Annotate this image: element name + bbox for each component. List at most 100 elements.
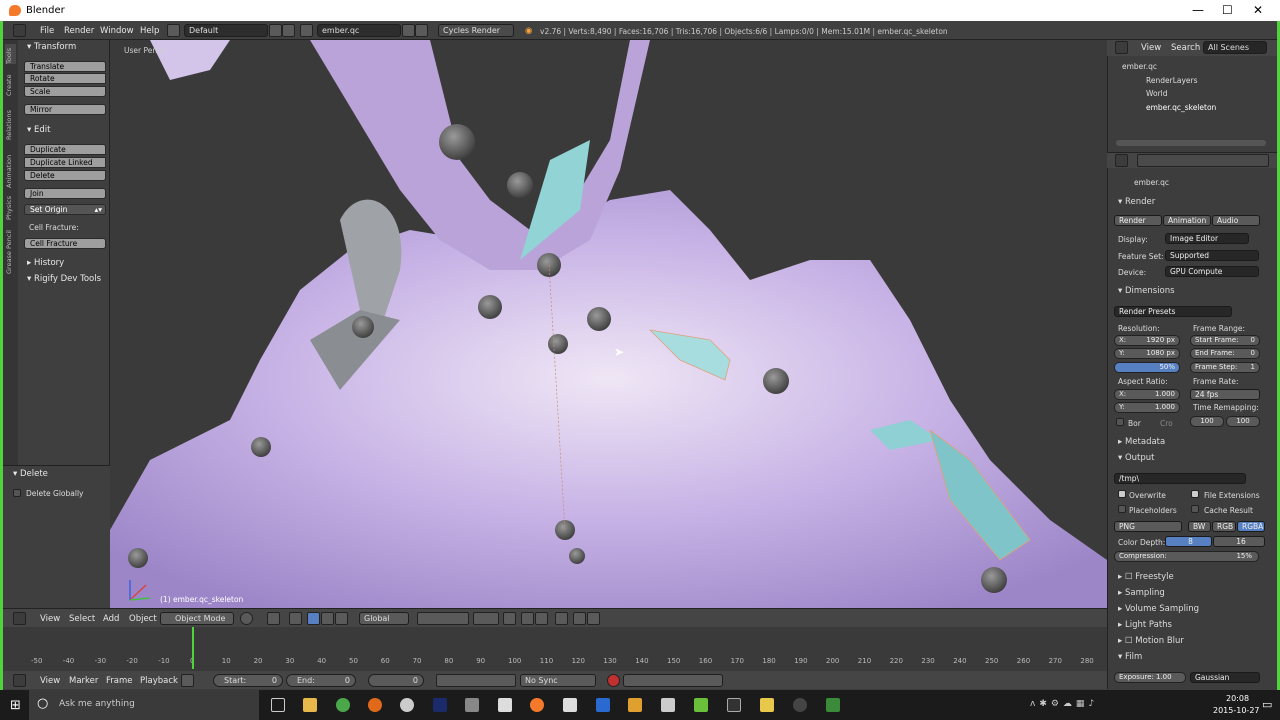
menu-select[interactable]: Select	[69, 614, 95, 624]
exposure-field[interactable]: Exposure: 1.00	[1114, 672, 1186, 683]
render-icon[interactable]	[555, 612, 568, 625]
app-icon[interactable]	[661, 698, 675, 712]
menu-file[interactable]: File	[40, 26, 54, 36]
app-icon[interactable]	[793, 698, 807, 712]
render-panel-header[interactable]: ▾ Render	[1118, 197, 1155, 207]
depth-16-button[interactable]: 16	[1213, 536, 1265, 547]
resolution-y-field[interactable]: Y: 1080 px	[1114, 348, 1180, 359]
joint-sphere[interactable]	[587, 307, 611, 331]
motion-blur-panel-header[interactable]: ▸ ☐ Motion Blur	[1118, 636, 1184, 646]
windows-start-icon[interactable]: ⊞	[10, 698, 21, 713]
set-origin-dropdown[interactable]: Set Origin ▴▾	[24, 204, 106, 215]
editor-type-icon[interactable]	[13, 24, 26, 37]
display-mode-select[interactable]: All Scenes	[1203, 41, 1267, 54]
current-frame-indicator[interactable]	[192, 627, 194, 669]
overwrite-checkbox[interactable]	[1118, 490, 1126, 498]
light-paths-panel-header[interactable]: ▸ Light Paths	[1118, 620, 1172, 630]
clock-date[interactable]: 2015-10-27	[1213, 706, 1260, 715]
output-path-field[interactable]: /tmp\	[1114, 473, 1246, 484]
resolution-percent-slider[interactable]: 50%	[1114, 362, 1180, 373]
remove-layout-button[interactable]	[282, 24, 295, 37]
minimize-button[interactable]: —	[1192, 3, 1204, 17]
menu-help[interactable]: Help	[140, 26, 159, 36]
border-checkbox[interactable]	[1116, 418, 1124, 426]
film-panel-header[interactable]: ▾ Film	[1118, 652, 1142, 662]
layers-grid[interactable]	[473, 612, 499, 625]
menu-view[interactable]: View	[40, 614, 60, 624]
tab-create[interactable]: Create	[5, 72, 16, 96]
task-view-icon[interactable]	[271, 698, 285, 712]
metadata-panel-header[interactable]: ▸ Metadata	[1118, 437, 1165, 447]
tab-grease-pencil[interactable]: Grease Pencil	[5, 226, 16, 274]
app-icon[interactable]	[760, 698, 774, 712]
outliner-item-scene[interactable]: ember.qc	[1122, 62, 1157, 71]
app-icon[interactable]	[563, 698, 577, 712]
add-layout-button[interactable]	[269, 24, 282, 37]
app-icon[interactable]	[498, 698, 512, 712]
manipulator-icon[interactable]	[289, 612, 302, 625]
menu-object[interactable]: Object	[129, 614, 157, 624]
translate-manipulator-icon[interactable]	[307, 612, 320, 625]
app-icon[interactable]	[826, 698, 840, 712]
add-scene-button[interactable]	[402, 24, 415, 37]
aspect-x-field[interactable]: X: 1.000	[1114, 389, 1180, 400]
render-button[interactable]: Render	[1114, 215, 1162, 226]
output-panel-header[interactable]: ▾ Output	[1118, 453, 1155, 463]
3d-viewport[interactable]: User Persp (1) ember.qc_skeleton ➤	[110, 40, 1107, 608]
app-icon[interactable]	[596, 698, 610, 712]
duplicate-linked-button[interactable]: Duplicate Linked	[24, 157, 106, 168]
layout-field[interactable]: Default	[184, 24, 268, 37]
close-button[interactable]: ✕	[1253, 3, 1263, 17]
depth-8-button[interactable]: 8	[1165, 536, 1212, 547]
join-button[interactable]: Join	[24, 188, 106, 199]
tab-tools[interactable]: Tools	[5, 44, 16, 64]
layers-grid[interactable]	[417, 612, 469, 625]
mirror-button[interactable]: Mirror	[24, 104, 106, 115]
menu-render[interactable]: Render	[64, 26, 94, 36]
joint-sphere[interactable]	[439, 124, 475, 160]
menu-view[interactable]: View	[40, 676, 60, 686]
notifications-icon[interactable]: ▭	[1262, 698, 1272, 711]
remove-scene-button[interactable]	[415, 24, 428, 37]
chrome-icon[interactable]	[336, 698, 350, 712]
compression-slider[interactable]: Compression: 15%	[1114, 551, 1259, 562]
editor-type-icon[interactable]	[1115, 41, 1128, 54]
scale-manipulator-icon[interactable]	[335, 612, 348, 625]
freestyle-panel-header[interactable]: ▸ ☐ Freestyle	[1118, 572, 1174, 582]
clock-time[interactable]: 20:08	[1226, 694, 1249, 703]
cortana-search-box[interactable]: ○ Ask me anything	[29, 690, 259, 720]
preview-range-icon[interactable]	[181, 674, 194, 687]
end-frame-field[interactable]: End: 0	[286, 674, 356, 687]
feature-set-select[interactable]: Supported	[1165, 250, 1259, 261]
operator-header[interactable]: ▾ Delete	[13, 469, 48, 479]
animation-button[interactable]: Animation	[1163, 215, 1211, 226]
rgba-button[interactable]: RGBA	[1237, 521, 1265, 532]
device-select[interactable]: GPU Compute	[1165, 266, 1259, 277]
keying-set-field[interactable]	[623, 674, 723, 687]
joint-sphere[interactable]	[352, 316, 374, 338]
outliner-item-world[interactable]: World	[1146, 89, 1168, 98]
joint-sphere[interactable]	[981, 567, 1007, 593]
menu-search[interactable]: Search	[1171, 43, 1200, 53]
bw-button[interactable]: BW	[1188, 521, 1211, 532]
outliner-scrollbar[interactable]	[1116, 140, 1266, 146]
proportional-icon[interactable]	[503, 612, 516, 625]
menu-marker[interactable]: Marker	[69, 676, 98, 686]
joint-sphere[interactable]	[128, 548, 148, 568]
start-frame-field[interactable]: Start Frame: 0	[1190, 335, 1260, 346]
cache-result-checkbox[interactable]	[1191, 505, 1199, 513]
menu-playback[interactable]: Playback	[140, 676, 178, 686]
aspect-y-field[interactable]: Y: 1.000	[1114, 402, 1180, 413]
joint-sphere[interactable]	[251, 437, 271, 457]
joint-sphere[interactable]	[478, 295, 502, 319]
playback-controls[interactable]	[436, 674, 516, 687]
maximize-button[interactable]: ☐	[1222, 3, 1233, 17]
context-tabs[interactable]	[1137, 154, 1269, 167]
photoshop-icon[interactable]	[433, 698, 447, 712]
volume-sampling-panel-header[interactable]: ▸ Volume Sampling	[1118, 604, 1199, 614]
mode-select[interactable]: Object Mode	[160, 612, 234, 625]
blender-taskbar-icon[interactable]	[530, 698, 544, 712]
dimensions-panel-header[interactable]: ▾ Dimensions	[1118, 286, 1175, 296]
translate-button[interactable]: Translate	[24, 61, 106, 72]
shading-icon[interactable]	[240, 612, 253, 625]
